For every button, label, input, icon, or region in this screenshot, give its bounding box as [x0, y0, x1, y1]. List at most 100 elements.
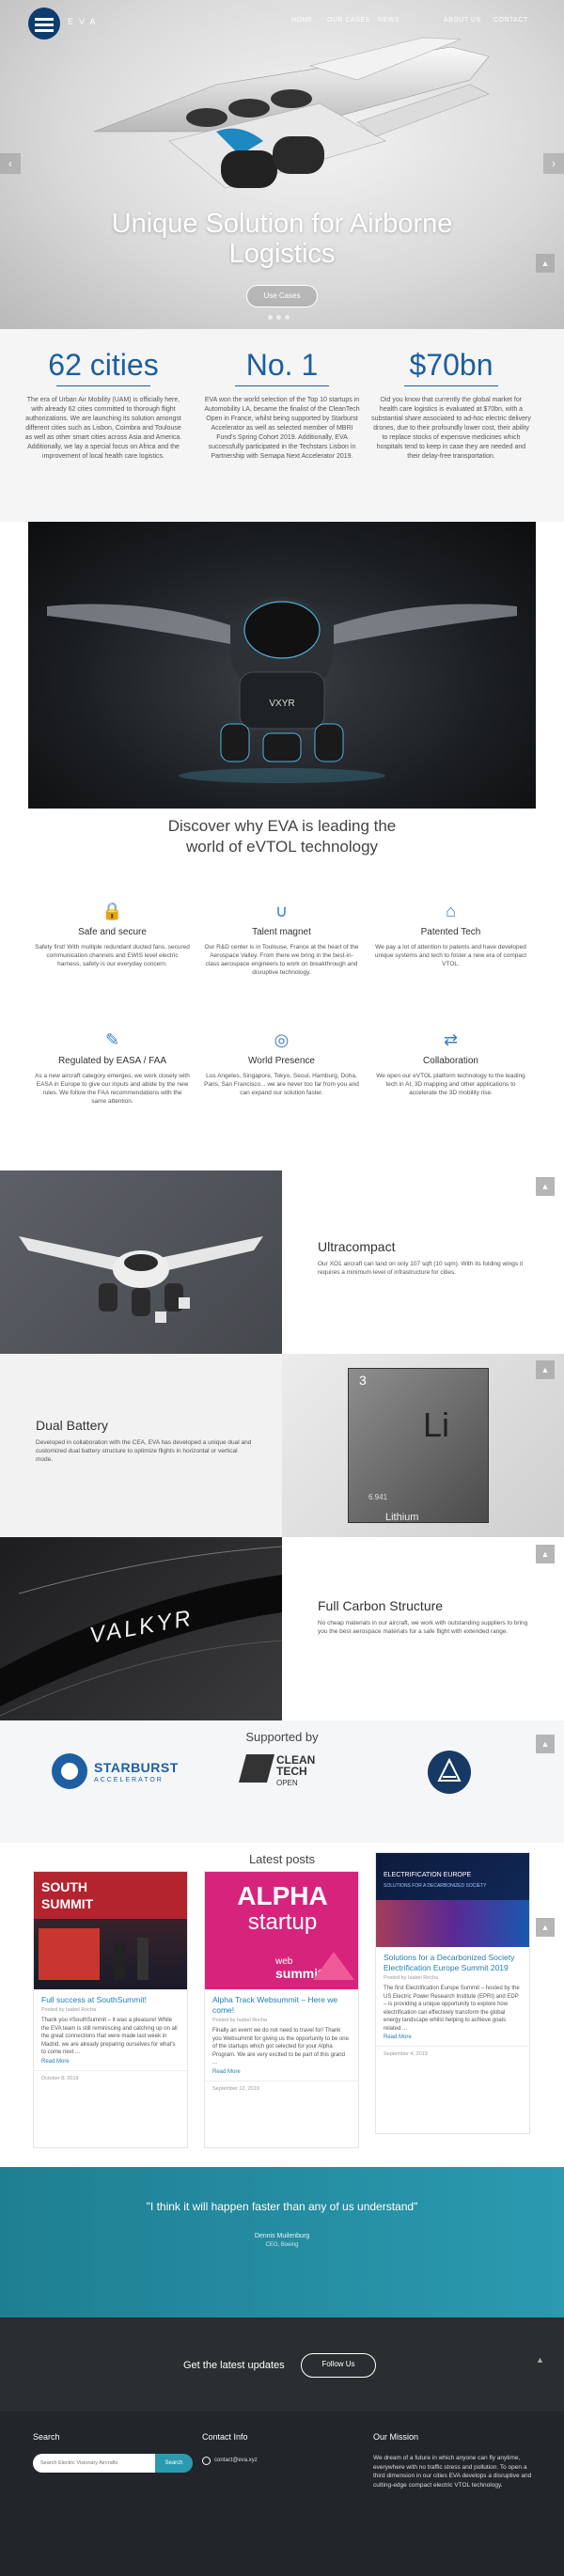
feature-title: Patented Tech [420, 927, 481, 937]
nav-item-about-us[interactable]: ABOUT US [444, 17, 481, 24]
read-more-link[interactable]: Read More [34, 2057, 187, 2070]
email-icon [202, 2457, 211, 2465]
feature-desc: Los Angeles, Singapore, Tokyo, Seoul, Ha… [204, 1073, 359, 1096]
sponsor-name: CLEAN TECH [276, 1753, 316, 1778]
stat-text: EVA won the world selection of the Top 1… [204, 397, 360, 460]
stat-number: No. 1 [245, 348, 319, 382]
post-card[interactable]: ELECTRIFICATION EUROPE SOLUTIONS FOR A D… [375, 1852, 530, 2134]
follow-us-button[interactable]: Follow Us [301, 2353, 376, 2378]
scroll-up-icon[interactable]: ▲ [536, 2355, 544, 2364]
stat-cities: 62 cities The era of Urban Air Mobility … [24, 346, 183, 462]
feature-patented: ⌂ Patented Tech We pay a lot of attentio… [373, 901, 528, 968]
post-card[interactable]: ALPHA startup web summit Alpha Track Web… [204, 1871, 359, 2148]
slider-next-button[interactable]: › [543, 153, 564, 174]
scroll-top-icon[interactable]: ▲ [536, 254, 555, 273]
sponsor-name: STARBURST [94, 1760, 179, 1775]
post-card[interactable]: SOUTH SUMMIT Full success at SouthSummit… [33, 1871, 188, 2148]
nav-item-home[interactable]: HOME [291, 17, 313, 24]
feature-title: Talent magnet [252, 927, 311, 937]
contact-email[interactable]: contact@eva.xyz [214, 2458, 258, 2463]
element-mass: 6.941 [368, 1493, 388, 1501]
footer: Search Search Contact Info contact@eva.x… [0, 2411, 564, 2576]
quote-section: "I think it will happen faster than any … [0, 2167, 564, 2317]
read-more-link[interactable]: Read More [376, 2033, 529, 2046]
read-more-link[interactable]: Read More [205, 2067, 358, 2081]
sponsor-sub: OPEN [276, 1779, 298, 1787]
starburst-logo[interactable]: STARBURST ACCELERATOR [52, 1751, 183, 1793]
eva-logo-icon[interactable] [28, 8, 60, 39]
nav-item-our-cases[interactable]: OUR CASES [327, 17, 370, 24]
mission-text: We dream of a future in which anyone can… [373, 2455, 532, 2489]
carbon-image: VALKYR [0, 1537, 282, 1720]
footer-search-title: Search [33, 2432, 60, 2442]
post-excerpt: The first Electrification Europe Summit … [384, 1986, 520, 2032]
scroll-top-icon[interactable]: ▲ [536, 1918, 555, 1937]
use-cases-button[interactable]: Use Cases [246, 285, 318, 307]
feature-collaboration: ⇄ Collaboration We open our eVTOL platfo… [373, 1029, 528, 1097]
feature-safe: 🔒 Safe and secure Safety first! With mul… [35, 901, 190, 968]
lithium-image: 3 Li 6.941 Lithium [282, 1354, 564, 1537]
stat-number: 62 cities [48, 348, 159, 382]
discover-title: Discover why EVA is leading the world of… [0, 816, 564, 857]
quote-role: CEO, Boeing [265, 2242, 299, 2248]
discover-title-line1: Discover why EVA is leading the [167, 817, 397, 835]
post-excerpt: Thank you #SouthSummit – it was a pleasu… [41, 2018, 178, 2055]
discover-title-line2: world of eVTOL technology [185, 838, 379, 856]
stat-text: The era of Urban Air Mobility (UAM) is o… [24, 397, 182, 460]
aircraft-image [93, 37, 490, 189]
hero-title: Unique Solution for Airborne Logistics [111, 209, 453, 269]
nav-item-contact[interactable]: CONTACT [494, 17, 528, 24]
post-author: Posted by Isabel Rocha [212, 2018, 268, 2023]
feature-desc: We open our eVTOL platform technology to… [376, 1073, 525, 1096]
post-date: September 4, 2019 [376, 2046, 529, 2062]
carbon-text: Full Carbon Structure No cheap materials… [318, 1598, 534, 1636]
footer-mission-title: Our Mission [373, 2432, 419, 2442]
scroll-top-icon[interactable]: ▲ [536, 1177, 555, 1196]
post-title[interactable]: Solutions for a Decarbonized Society Ele… [376, 1947, 529, 1975]
row-title: Ultracompact [318, 1239, 396, 1254]
post-author: Posted by Isabel Rocha [384, 1975, 439, 1981]
element-symbol: Li [423, 1406, 450, 1444]
scroll-top-icon[interactable]: ▲ [536, 1545, 555, 1563]
row-title: Full Carbon Structure [318, 1598, 444, 1613]
feature-talent: ∪ Talent magnet Our R&D center is in Tou… [204, 901, 359, 977]
post-author: Posted by Isabel Rocha [41, 2007, 97, 2013]
top-navigation: EVA HOME OUR CASES NEWS ABOUT US CONTACT [0, 0, 564, 41]
feature-title: Regulated by EASA / FAA [57, 1056, 167, 1066]
updates-section: Get the latest updates Follow Us ▲ [0, 2317, 564, 2411]
post-image-text: SUMMIT [41, 1896, 94, 1911]
row-desc: No cheap materials in our aircraft, we w… [318, 1620, 528, 1635]
feature-title: Safe and secure [78, 927, 147, 937]
nav-item-news[interactable]: NEWS [378, 17, 400, 24]
slider-dots[interactable] [266, 307, 291, 324]
cleantech-logo[interactable]: CLEAN TECH OPEN [238, 1751, 337, 1793]
element-name: Lithium [385, 1512, 419, 1523]
post-title[interactable]: Full success at SouthSummit! [34, 1989, 187, 2007]
row-desc: Our XO1 aircraft can land on only 107 sq… [318, 1261, 524, 1276]
post-title[interactable]: Alpha Track Websummit – Here we come! [205, 1989, 358, 2018]
hero-slider: EVA HOME OUR CASES NEWS ABOUT US CONTACT… [0, 0, 564, 329]
stats-section: 62 cities The era of Urban Air Mobility … [0, 329, 564, 522]
sponsor-sub: ACCELERATOR [94, 1777, 164, 1783]
accelerator-logo-icon[interactable] [428, 1751, 471, 1794]
stat-market: $70bn Did you know that currently the gl… [371, 346, 531, 462]
post-date: October 8, 2019 [34, 2069, 187, 2086]
quote-author: Dennis Muilenburg [254, 2233, 310, 2239]
row-title: Dual Battery [36, 1418, 109, 1433]
slider-prev-button[interactable]: ‹ [0, 153, 21, 174]
post-image: SOUTH SUMMIT [34, 1872, 187, 1989]
ultracompact-image [0, 1170, 282, 1354]
footer-contact-title: Contact Info [202, 2432, 248, 2442]
tag-icon: ⌂ [446, 902, 456, 920]
scroll-top-icon[interactable]: ▲ [536, 1735, 555, 1753]
search-input[interactable] [33, 2454, 155, 2473]
feature-desc: Safety first! With multiple redundant du… [35, 944, 190, 967]
pen-icon: ✎ [104, 1030, 120, 1049]
post-image: ALPHA startup web summit [205, 1872, 358, 1989]
search-button[interactable]: Search [155, 2454, 193, 2473]
scroll-top-icon[interactable]: ▲ [536, 1360, 555, 1379]
post-image-text: SOLUTIONS FOR A DECARBONIZED SOCIETY [384, 1883, 487, 1889]
feature-desc: Our R&D center is in Toulouse, France at… [204, 944, 359, 976]
post-image-text: SOUTH [41, 1879, 87, 1894]
post-date: September 12, 2019 [205, 2080, 358, 2097]
